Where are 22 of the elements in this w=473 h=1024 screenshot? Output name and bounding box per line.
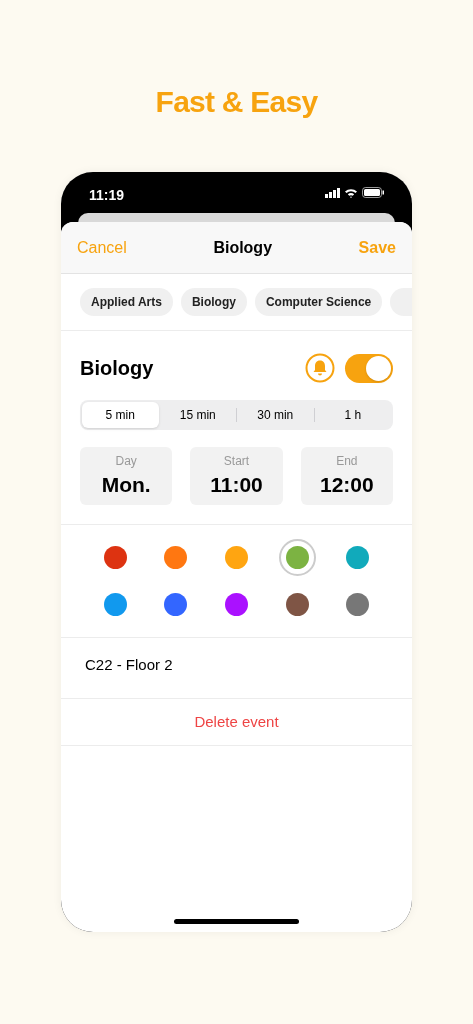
headline: Fast & Easy bbox=[155, 84, 318, 120]
status-time: 11:19 bbox=[89, 186, 125, 205]
segment-tab[interactable]: 1 h bbox=[314, 402, 391, 428]
field-value: 12:00 bbox=[319, 472, 374, 498]
field-value: 11:00 bbox=[210, 472, 263, 498]
field-label: Day bbox=[115, 453, 137, 469]
segment-tab[interactable]: 5 min bbox=[82, 402, 159, 428]
category-chip[interactable]: Applied Arts bbox=[80, 288, 173, 316]
field-value: Mon. bbox=[101, 472, 151, 498]
event-title: Biology bbox=[80, 356, 154, 381]
time-field[interactable]: End 12:00 bbox=[300, 447, 393, 505]
field-label: Start bbox=[223, 453, 250, 469]
segment-tab[interactable]: 15 min bbox=[159, 402, 236, 428]
delete-event-button[interactable]: Delete event bbox=[194, 710, 279, 734]
category-chip[interactable]: Computer Science bbox=[254, 288, 383, 316]
field-label: End bbox=[336, 453, 358, 469]
category-chip[interactable]: Biology bbox=[180, 288, 247, 316]
segment-tab[interactable]: 30 min bbox=[237, 402, 314, 428]
time-field[interactable]: Day Mon. bbox=[80, 447, 173, 505]
location-text: C22 - Floor 2 bbox=[85, 655, 173, 675]
sheet-title: Biology bbox=[213, 237, 273, 258]
time-field[interactable]: Start 11:00 bbox=[190, 447, 283, 505]
